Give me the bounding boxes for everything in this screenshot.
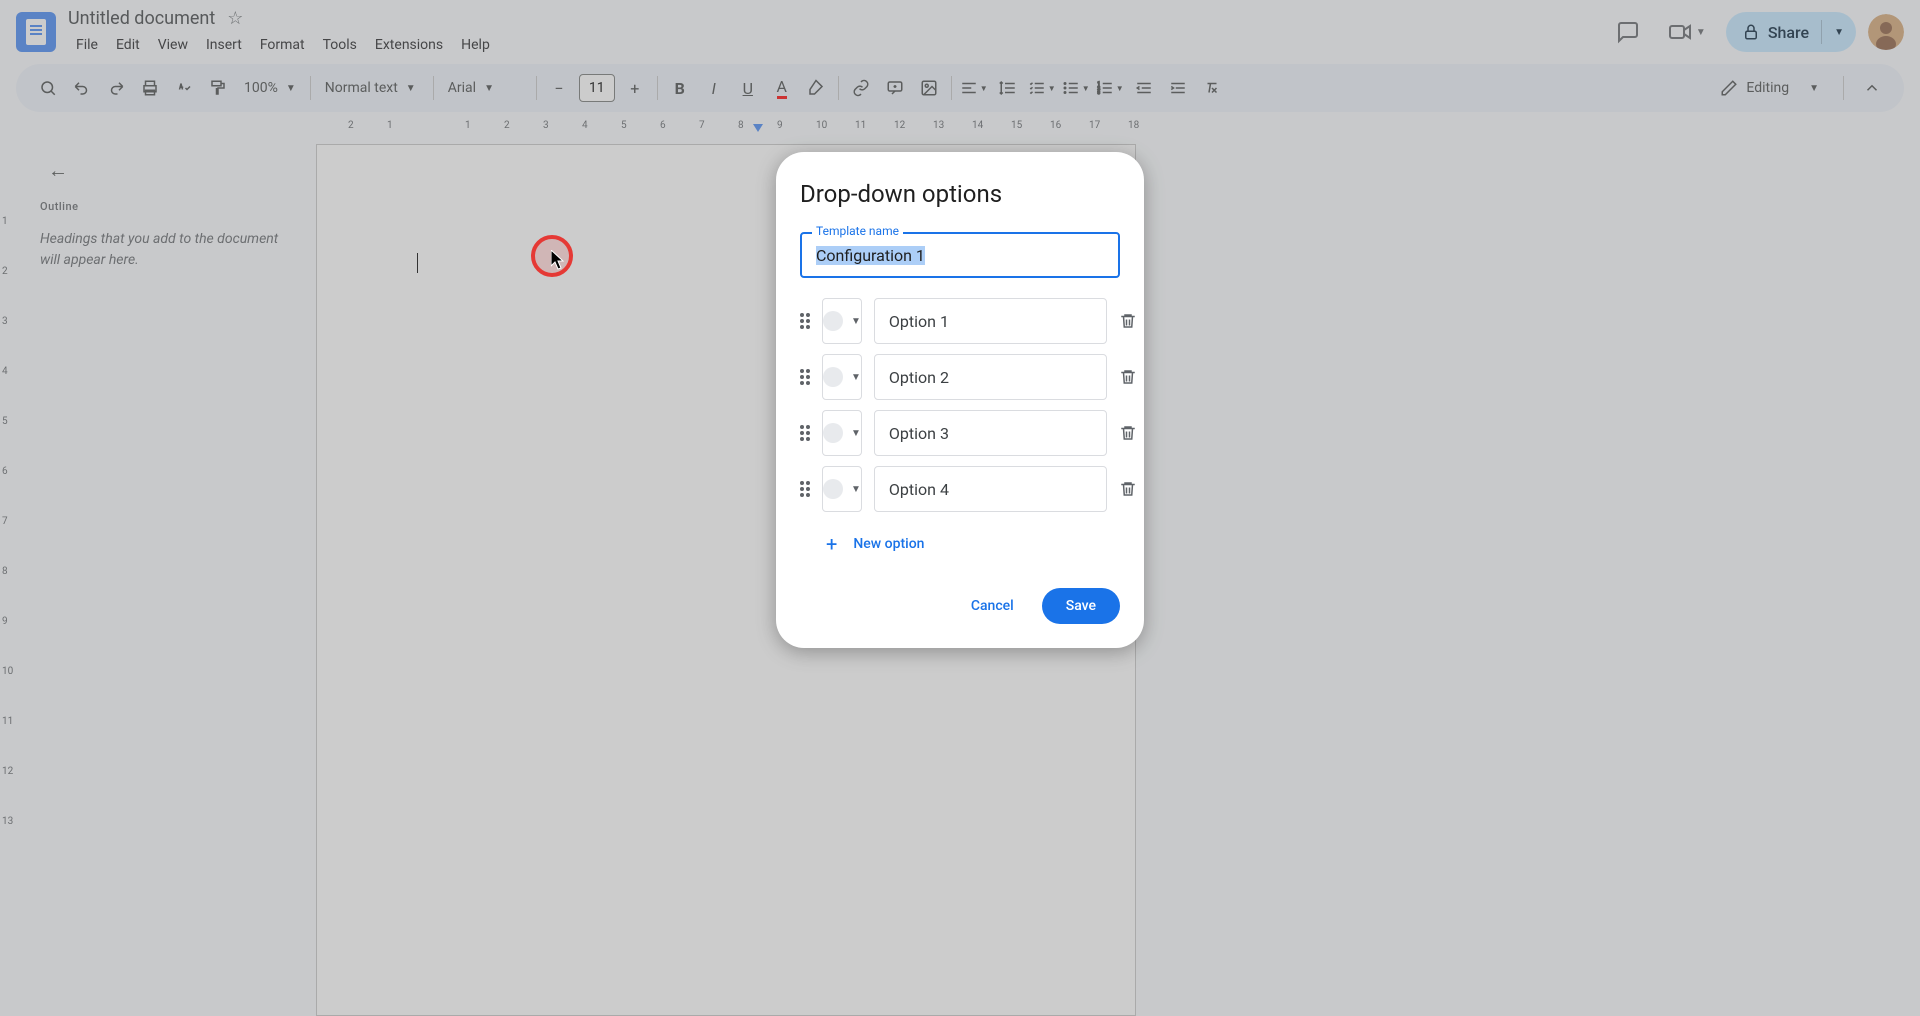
delete-icon[interactable] bbox=[1119, 365, 1137, 389]
plus-icon: + bbox=[826, 532, 837, 556]
option-input[interactable] bbox=[874, 410, 1107, 456]
new-option-button[interactable]: + New option bbox=[826, 532, 1120, 556]
option-input[interactable] bbox=[874, 354, 1107, 400]
template-name-label: Template name bbox=[812, 224, 903, 238]
option-row: ▼ bbox=[800, 410, 1120, 456]
option-row: ▼ bbox=[800, 354, 1120, 400]
drag-handle-icon[interactable] bbox=[800, 369, 810, 385]
drag-handle-icon[interactable] bbox=[800, 425, 810, 441]
option-input[interactable] bbox=[874, 298, 1107, 344]
color-select[interactable]: ▼ bbox=[822, 298, 862, 344]
option-input[interactable] bbox=[874, 466, 1107, 512]
delete-icon[interactable] bbox=[1119, 477, 1137, 501]
option-row: ▼ bbox=[800, 298, 1120, 344]
drag-handle-icon[interactable] bbox=[800, 313, 810, 329]
drag-handle-icon[interactable] bbox=[800, 481, 810, 497]
delete-icon[interactable] bbox=[1119, 421, 1137, 445]
dropdown-options-dialog: Drop-down options Template name ▼ ▼ bbox=[776, 152, 1144, 648]
delete-icon[interactable] bbox=[1119, 309, 1137, 333]
template-name-input[interactable] bbox=[800, 232, 1120, 278]
color-select[interactable]: ▼ bbox=[822, 410, 862, 456]
modal-overlay: Drop-down options Template name ▼ ▼ bbox=[0, 0, 1920, 1016]
save-button[interactable]: Save bbox=[1042, 588, 1120, 624]
cancel-button[interactable]: Cancel bbox=[955, 588, 1030, 624]
option-row: ▼ bbox=[800, 466, 1120, 512]
color-select[interactable]: ▼ bbox=[822, 354, 862, 400]
color-select[interactable]: ▼ bbox=[822, 466, 862, 512]
dialog-title: Drop-down options bbox=[800, 180, 1120, 208]
